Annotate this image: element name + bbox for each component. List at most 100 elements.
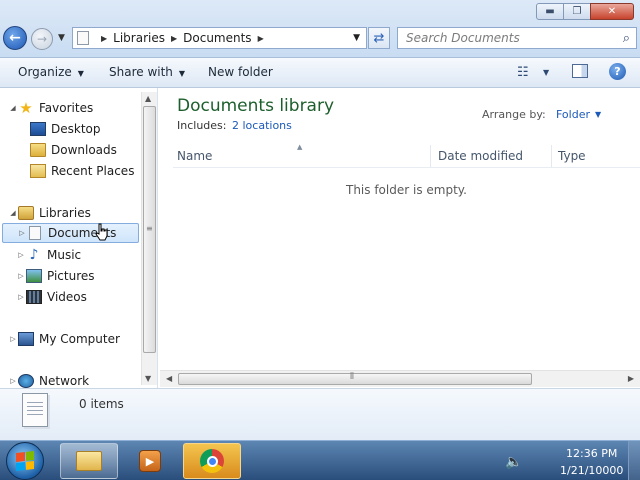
show-desktop-button[interactable] — [628, 441, 640, 480]
explorer-folder-icon — [76, 451, 102, 471]
organize-menu[interactable]: Organize ▼ — [18, 65, 84, 79]
sidebar-item-label: Pictures — [47, 268, 95, 283]
scroll-grip-icon: ⦀ — [350, 372, 354, 382]
sidebar-item-label: Videos — [47, 289, 87, 304]
clock-time[interactable]: 12:36 PM — [566, 447, 617, 460]
windows-logo-icon — [16, 451, 34, 471]
sidebar-item-recent-places[interactable]: Recent Places — [20, 161, 134, 180]
collapsed-arrow-icon[interactable]: ▷ — [16, 293, 26, 301]
sort-ascending-icon: ▲ — [297, 143, 303, 151]
preview-pane-icon[interactable] — [572, 64, 588, 78]
search-input[interactable] — [406, 31, 606, 45]
pictures-icon — [26, 268, 42, 283]
column-header-type[interactable]: Type — [554, 145, 640, 167]
details-pane: 0 items — [0, 388, 640, 440]
share-with-label: Share with — [109, 65, 173, 79]
breadcrumb-separator-icon[interactable]: ▶ — [101, 34, 107, 43]
chrome-icon — [200, 449, 224, 473]
volume-icon[interactable]: 🔈 — [505, 454, 522, 470]
navigation-pane-scrollbar[interactable]: ▲ ≡ ▼ — [141, 92, 157, 385]
sidebar-item-label: Network — [39, 373, 90, 388]
address-dropdown-icon[interactable]: ▼ — [353, 33, 360, 43]
sidebar-item-label: Libraries — [39, 205, 91, 220]
computer-icon — [18, 331, 34, 346]
media-player-icon: ▶ — [139, 450, 161, 472]
minimize-button[interactable]: ▬ — [536, 3, 564, 20]
column-header-date-modified[interactable]: Date modified — [434, 145, 552, 167]
downloads-folder-icon — [30, 142, 46, 157]
header-divider — [173, 167, 640, 168]
view-options-chevron-icon[interactable]: ▼ — [543, 68, 549, 77]
arrange-by-dropdown[interactable]: Folder — [556, 108, 590, 121]
window-titlebar: ▬ ❐ ✕ ← → ▼ ▶ Libraries ▶ Documents ▶ ▼ … — [0, 0, 640, 58]
sidebar-item-favorites[interactable]: ◢ ★ Favorites — [8, 98, 93, 117]
file-list-pane: Documents library Includes: 2 locations … — [160, 88, 640, 388]
maximize-button[interactable]: ❐ — [563, 3, 591, 20]
sidebar-item-libraries[interactable]: ◢ Libraries — [8, 203, 91, 222]
back-button[interactable]: ← — [3, 26, 27, 50]
clock-date[interactable]: 1/21/10000 — [560, 464, 623, 477]
folder-icon — [77, 31, 89, 45]
sidebar-item-desktop[interactable]: Desktop — [20, 119, 101, 138]
taskbar-chrome-button[interactable] — [183, 443, 241, 479]
music-icon: ♪ — [29, 246, 39, 263]
sidebar-item-label: My Computer — [39, 331, 120, 346]
address-bar[interactable]: ▶ Libraries ▶ Documents ▶ ▼ — [72, 27, 367, 49]
network-icon — [18, 373, 34, 388]
search-box[interactable]: ⌕ — [397, 27, 637, 49]
taskbar-explorer-button[interactable] — [60, 443, 118, 479]
page-title: Documents library — [177, 96, 335, 116]
start-button[interactable] — [6, 442, 44, 480]
chevron-down-icon[interactable]: ▼ — [595, 110, 601, 119]
desktop-icon — [30, 121, 46, 136]
scrollbar-thumb[interactable]: ⦀ — [178, 372, 532, 385]
file-list-horizontal-scrollbar[interactable]: ◀ ⦀ ▶ — [160, 370, 640, 387]
breadcrumb-separator-icon[interactable]: ▶ — [258, 34, 264, 43]
collapsed-arrow-icon[interactable]: ▷ — [17, 229, 27, 237]
breadcrumb-documents[interactable]: Documents — [183, 31, 251, 45]
collapsed-arrow-icon[interactable]: ▷ — [8, 377, 18, 385]
scroll-up-icon[interactable]: ▲ — [145, 94, 151, 103]
item-count: 0 items — [79, 397, 124, 411]
help-icon[interactable]: ? — [609, 63, 626, 80]
documents-library-icon — [22, 393, 48, 427]
organize-label: Organize — [18, 65, 72, 79]
sidebar-item-documents[interactable]: ▷ Documents — [2, 223, 139, 243]
chevron-down-icon: ▼ — [178, 69, 186, 78]
taskbar-media-player-button[interactable]: ▶ — [121, 443, 179, 479]
sidebar-item-videos[interactable]: ▷ Videos — [16, 287, 87, 306]
scroll-left-icon[interactable]: ◀ — [166, 374, 172, 383]
share-with-menu[interactable]: Share with ▼ — [109, 65, 185, 79]
new-folder-button[interactable]: New folder — [208, 65, 273, 79]
collapsed-arrow-icon[interactable]: ▷ — [16, 272, 26, 280]
recent-places-icon — [30, 163, 46, 178]
search-icon[interactable]: ⌕ — [623, 31, 630, 46]
forward-button[interactable]: → — [31, 28, 53, 50]
collapsed-arrow-icon[interactable]: ▷ — [16, 251, 26, 259]
command-bar: Organize ▼ Share with ▼ New folder ☷ ▼ ? — [0, 58, 640, 88]
sidebar-item-pictures[interactable]: ▷ Pictures — [16, 266, 95, 285]
change-view-icon[interactable]: ☷ — [517, 65, 529, 80]
documents-icon — [29, 226, 41, 240]
locations-link[interactable]: 2 locations — [232, 119, 292, 132]
empty-folder-message: This folder is empty. — [346, 183, 467, 197]
scroll-right-icon[interactable]: ▶ — [628, 374, 634, 383]
star-icon: ★ — [19, 98, 33, 117]
recent-pages-dropdown-icon[interactable]: ▼ — [58, 33, 65, 43]
expanded-arrow-icon[interactable]: ◢ — [8, 209, 18, 217]
taskbar: ▶ 🔈 12:36 PM 1/21/10000 — [0, 440, 640, 480]
breadcrumb-libraries[interactable]: Libraries — [113, 31, 165, 45]
collapsed-arrow-icon[interactable]: ▷ — [8, 335, 18, 343]
sidebar-item-downloads[interactable]: Downloads — [20, 140, 117, 159]
videos-icon — [26, 289, 42, 304]
sidebar-item-music[interactable]: ▷ ♪ Music — [16, 245, 81, 264]
window-controls: ▬ ❐ ✕ — [536, 3, 634, 20]
expanded-arrow-icon[interactable]: ◢ — [8, 104, 18, 112]
scroll-down-icon[interactable]: ▼ — [145, 374, 151, 383]
breadcrumb-separator-icon[interactable]: ▶ — [171, 34, 177, 43]
sidebar-item-my-computer[interactable]: ▷ My Computer — [8, 329, 120, 348]
sidebar-item-label: Desktop — [51, 121, 101, 136]
close-button[interactable]: ✕ — [590, 3, 634, 20]
navigation-pane: ◢ ★ Favorites Desktop Downloads Recent P… — [0, 88, 158, 388]
refresh-button[interactable]: ⇄ — [368, 27, 390, 49]
